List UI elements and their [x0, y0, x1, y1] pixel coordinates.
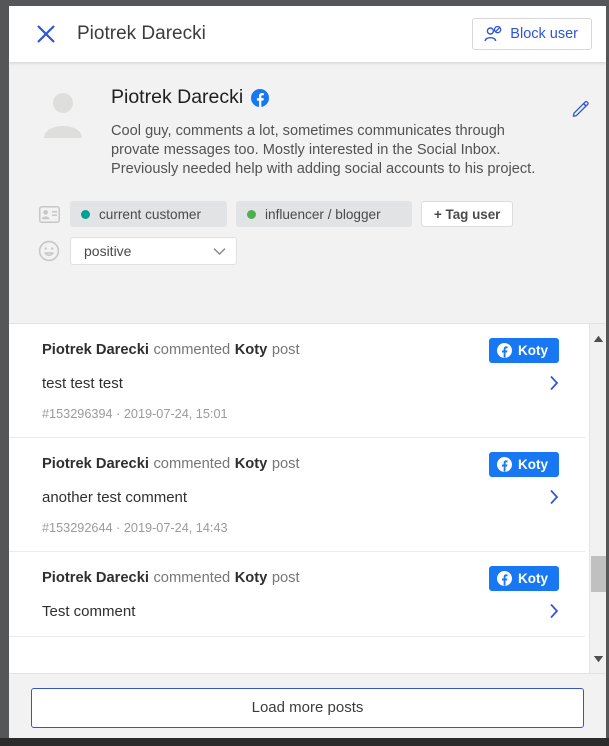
load-more-posts-button[interactable]: Load more posts [31, 687, 584, 728]
avatar-placeholder-icon [44, 93, 82, 138]
post-meta-separator: · [116, 407, 121, 421]
post-text: another test comment [42, 489, 188, 506]
avatar [37, 86, 89, 138]
post-headline: Piotrek Darecki commented Koty post [42, 342, 559, 358]
post-suffix: post [271, 570, 300, 586]
post-open-button[interactable] [545, 374, 563, 392]
close-icon [37, 25, 55, 43]
tag-chip[interactable]: current customer [70, 201, 227, 227]
user-profile-panel: Piotrek Darecki Block user Piotrek Darec… [9, 6, 606, 738]
post-target: Koty [234, 456, 268, 472]
profile-name: Piotrek Darecki [111, 86, 244, 108]
post-network-label: Koty [518, 343, 548, 358]
profile-section: Piotrek Darecki Cool guy, comments a lot… [9, 62, 606, 324]
profile-top-row: Piotrek Darecki Cool guy, comments a lot… [37, 84, 589, 179]
triangle-down-icon [593, 655, 604, 662]
facebook-icon [251, 88, 270, 107]
block-user-label: Block user [510, 26, 578, 42]
frame-edge-left [0, 0, 9, 746]
profile-description: Cool guy, comments a lot, sometimes comm… [111, 123, 536, 177]
post-headline: Piotrek Darecki commented Koty post [42, 570, 559, 586]
post-network-label: Koty [518, 457, 548, 472]
add-tag-button[interactable]: + Tag user [421, 201, 514, 227]
tag-chip[interactable]: influencer / blogger [236, 201, 412, 227]
post-action: commented [153, 570, 231, 586]
facebook-icon [497, 343, 512, 358]
post-suffix: post [271, 342, 300, 358]
post-text: test test test [42, 375, 123, 392]
post-headline: Piotrek Darecki commented Koty post [42, 456, 559, 472]
profile-details: Piotrek Darecki Cool guy, comments a lot… [111, 84, 589, 179]
close-button[interactable] [31, 19, 61, 49]
window-frame: Piotrek Darecki Block user Piotrek Darec… [0, 0, 609, 746]
posts-list: Piotrek Darecki commented Koty post Koty… [9, 324, 606, 637]
post-meta: #153292644 · 2019-07-24, 14:43 [42, 521, 559, 535]
scrollbar-down-button[interactable] [590, 650, 606, 667]
tag-label: current customer [99, 206, 201, 222]
tags-row: current customer influencer / blogger + … [37, 201, 588, 227]
tag-color-dot [81, 209, 90, 219]
post-action: commented [153, 456, 231, 472]
scrollbar[interactable] [589, 324, 606, 673]
post-item[interactable]: Piotrek Darecki commented Koty post Koty… [9, 438, 585, 552]
page-title: Piotrek Darecki [77, 23, 206, 44]
tag-label: influencer / blogger [265, 206, 381, 222]
post-id: #153296394 [42, 407, 113, 421]
edit-description-button[interactable] [568, 96, 592, 120]
post-timestamp: 2019-07-24, 15:01 [123, 407, 228, 421]
post-suffix: post [271, 456, 300, 472]
post-author: Piotrek Darecki [42, 342, 149, 358]
post-action: commented [153, 342, 231, 358]
frame-edge-bottom [0, 738, 609, 746]
user-block-icon [484, 25, 502, 41]
scrollbar-up-button[interactable] [590, 330, 606, 347]
post-item[interactable]: Piotrek Darecki commented Koty post Koty… [9, 324, 585, 438]
chevron-right-icon [550, 375, 559, 391]
post-meta-separator: · [116, 521, 121, 535]
post-network-badge[interactable]: Koty [489, 452, 559, 477]
post-target: Koty [234, 342, 268, 358]
post-network-badge[interactable]: Koty [489, 338, 559, 363]
facebook-icon [497, 457, 512, 472]
chevron-right-icon [550, 603, 559, 619]
facebook-icon [497, 571, 512, 586]
post-network-badge[interactable]: Koty [489, 566, 559, 591]
sentiment-row: positive [37, 237, 588, 265]
post-open-button[interactable] [545, 602, 563, 620]
block-user-button[interactable]: Block user [472, 18, 592, 50]
panel-footer: Load more posts [9, 673, 606, 738]
posts-list-container: Piotrek Darecki commented Koty post Koty… [9, 324, 606, 673]
triangle-up-icon [593, 335, 604, 342]
panel-header: Piotrek Darecki Block user [9, 6, 606, 62]
tag-color-dot [247, 209, 256, 219]
contact-card-icon [37, 202, 61, 226]
post-timestamp: 2019-07-24, 14:43 [123, 521, 228, 535]
profile-name-row: Piotrek Darecki [111, 86, 578, 109]
pencil-icon [572, 100, 589, 117]
post-id: #153292644 [42, 521, 113, 535]
sentiment-select[interactable]: positive [70, 237, 237, 265]
chevron-right-icon [550, 489, 559, 505]
post-target: Koty [234, 570, 268, 586]
post-meta: #153296394 · 2019-07-24, 15:01 [42, 407, 559, 421]
post-network-label: Koty [518, 571, 548, 586]
post-author: Piotrek Darecki [42, 570, 149, 586]
post-open-button[interactable] [545, 488, 563, 506]
post-author: Piotrek Darecki [42, 456, 149, 472]
post-item[interactable]: Piotrek Darecki commented Koty post Koty… [9, 552, 585, 637]
chevron-down-icon [213, 247, 226, 255]
post-text: Test comment [42, 603, 136, 620]
scrollbar-thumb[interactable] [591, 556, 606, 592]
smiley-icon [37, 239, 61, 263]
sentiment-value: positive [84, 243, 132, 259]
